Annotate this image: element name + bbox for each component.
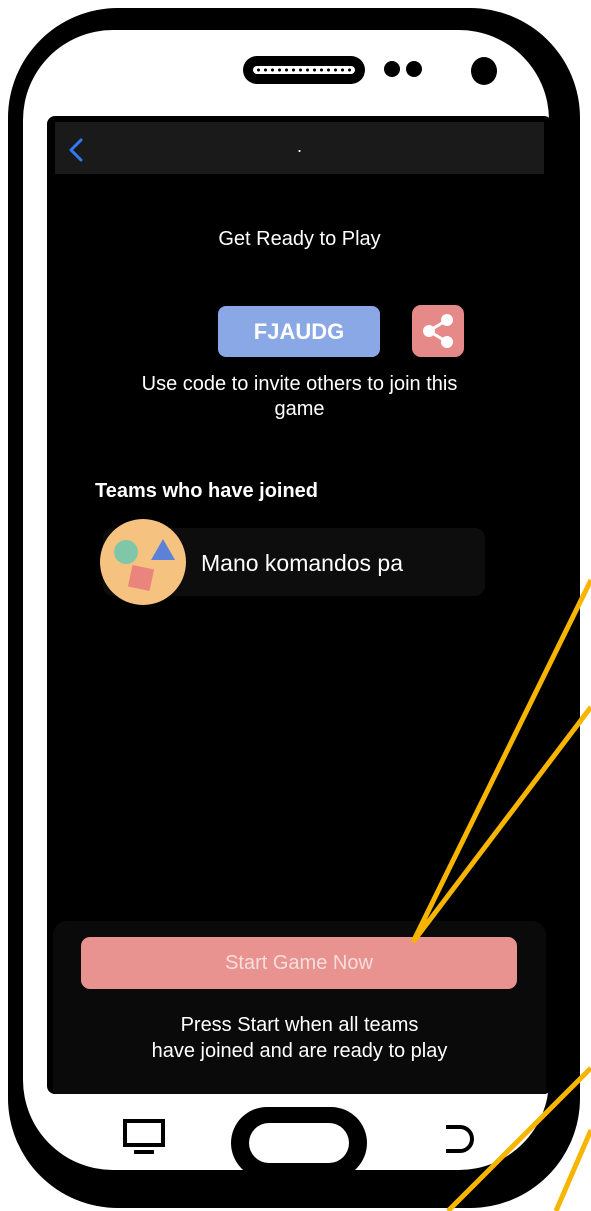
start-game-button[interactable]: Start Game Now <box>81 937 517 989</box>
sensor-dot <box>384 61 400 77</box>
invite-instructions: Use code to invite others to join this g… <box>141 373 458 420</box>
speaker-grill <box>253 66 355 74</box>
recent-apps-icon[interactable] <box>122 1118 166 1160</box>
navigation-bar: . <box>55 122 544 174</box>
team-name: Mano komandos pa <box>201 550 404 576</box>
back-arrow-icon[interactable] <box>442 1122 476 1156</box>
stage: . Get Ready to Play FJAUDG Use code to i… <box>0 0 591 1211</box>
home-button[interactable] <box>231 1107 367 1179</box>
start-hint-line: Press Start when all teams <box>180 1014 419 1036</box>
app-screen: . Get Ready to Play FJAUDG Use code to i… <box>47 116 552 1094</box>
game-code-button[interactable]: FJAUDG <box>218 306 380 357</box>
earpiece-speaker <box>243 56 365 84</box>
share-icon <box>423 314 453 348</box>
shapes-avatar-icon <box>100 519 186 605</box>
start-hint: Press Start when all teams have joined a… <box>87 1012 512 1064</box>
page-title: Get Ready to Play <box>218 228 381 250</box>
nav-title: . <box>296 136 302 156</box>
start-hint-line: have joined and are ready to play <box>151 1040 448 1062</box>
sensor-dot <box>406 61 422 77</box>
share-button[interactable] <box>412 305 464 357</box>
front-camera <box>471 57 497 85</box>
home-button-inner <box>249 1123 349 1163</box>
teams-heading: Teams who have joined <box>95 480 319 502</box>
